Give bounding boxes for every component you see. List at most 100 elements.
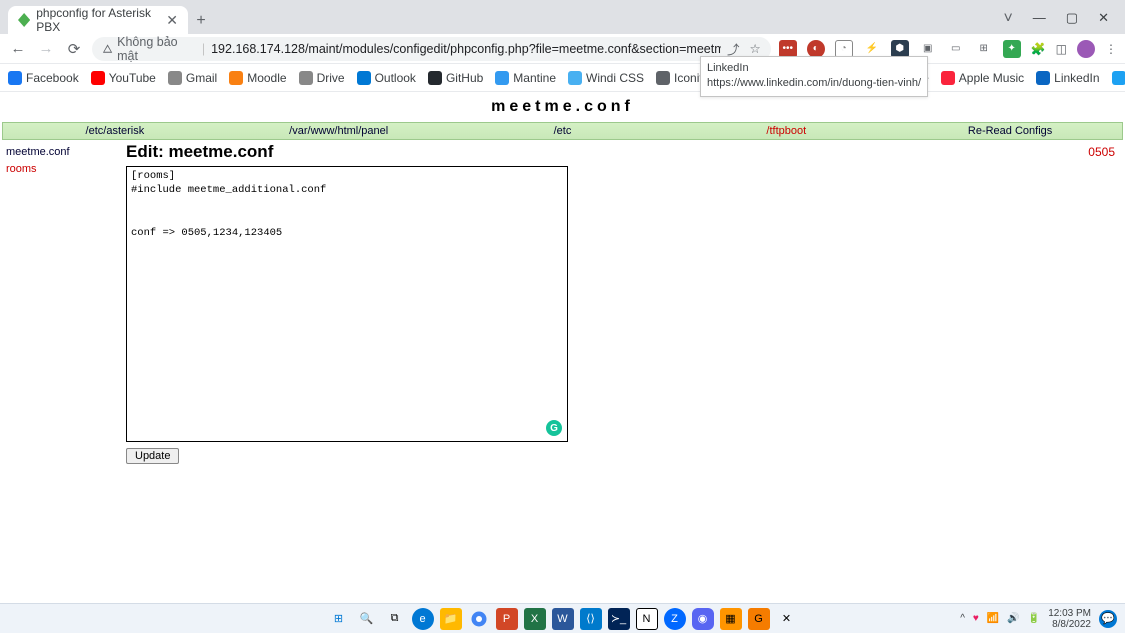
notion-icon[interactable]: N (636, 608, 658, 630)
bookmark-favicon-icon (495, 71, 509, 85)
excel-icon[interactable]: X (524, 608, 546, 630)
new-tab-button[interactable]: + (188, 12, 214, 34)
update-button[interactable]: Update (126, 448, 179, 464)
bookmark-label: YouTube (109, 71, 156, 85)
page-header: meetme.conf (0, 92, 1125, 122)
menu-button[interactable]: ⋮ (1105, 42, 1117, 56)
ext-icon-8[interactable]: ⊞ (975, 40, 993, 58)
address-bar[interactable]: Không bảo mật | 192.168.174.128/maint/mo… (92, 37, 771, 61)
start-button[interactable]: ⊞ (328, 608, 350, 630)
date-text: 8/8/2022 (1048, 619, 1091, 630)
warning-icon (102, 43, 113, 55)
taskbar-icons: ⊞ 🔍 ⧉ e 📁 P X W ⟨⟩ ≻_ N Z ◉ ▦ G ✕ (328, 608, 798, 630)
edge-icon[interactable]: e (412, 608, 434, 630)
wifi-icon[interactable]: 📶 (987, 613, 999, 624)
bookmark-youtube[interactable]: YouTube (91, 71, 156, 85)
bookmark-label: Apple Music (959, 71, 1024, 85)
ext-icon-2[interactable]: ◐ (807, 40, 825, 58)
explorer-icon[interactable]: 📁 (440, 608, 462, 630)
side-panel-icon[interactable]: ◫ (1056, 42, 1067, 56)
battery-icon[interactable]: 🔋 (1028, 613, 1040, 624)
bookmark-twitter[interactable]: Twitter (1112, 71, 1125, 85)
chevron-down-icon[interactable]: ˅ (1003, 10, 1012, 28)
maximize-button[interactable]: ▢ (1066, 10, 1078, 28)
reload-button[interactable]: ⟳ (64, 40, 84, 58)
tray-expand-icon[interactable]: ^ (960, 613, 965, 624)
forward-button[interactable]: → (36, 40, 56, 57)
bookmark-moodle[interactable]: Moodle (229, 71, 286, 85)
bookmark-label: Mantine (513, 71, 556, 85)
sidebar-item[interactable]: meetme.conf (6, 144, 126, 161)
tooltip-title: LinkedIn (707, 61, 921, 76)
tab-close-icon[interactable]: ✕ (166, 12, 178, 29)
bookmark-tooltip: LinkedIn https://www.linkedin.com/in/duo… (700, 56, 928, 97)
bookmark-label: Gmail (186, 71, 217, 85)
nav-path-item[interactable]: Re-Read Configs (898, 125, 1122, 137)
bookmark-label: Windi CSS (586, 71, 644, 85)
search-icon[interactable]: 🔍 (356, 608, 378, 630)
discord-icon[interactable]: ◉ (692, 608, 714, 630)
extensions-icon[interactable]: 🧩 (1031, 42, 1046, 56)
page-content: meetme.conf /etc/asterisk/var/www/html/p… (0, 92, 1125, 466)
edit-title: Edit: meetme.conf (126, 142, 273, 162)
minimize-button[interactable]: — (1033, 10, 1046, 28)
bookmark-linkedin[interactable]: LinkedIn (1036, 71, 1099, 85)
notifications-icon[interactable]: 💬 (1099, 610, 1117, 628)
grammarly-icon[interactable]: G (546, 420, 562, 436)
ext-icon-5[interactable]: ⬢ (891, 40, 909, 58)
tray-icon-1[interactable]: ♥ (973, 613, 979, 624)
ext-icon-1[interactable]: ••• (779, 40, 797, 58)
profile-avatar[interactable] (1077, 40, 1095, 58)
bookmark-label: LinkedIn (1054, 71, 1099, 85)
powerpoint-icon[interactable]: P (496, 608, 518, 630)
bookmark-windi-css[interactable]: Windi CSS (568, 71, 644, 85)
ext-icon-9[interactable]: ✦ (1003, 40, 1021, 58)
bookmark-favicon-icon (8, 71, 22, 85)
bookmark-facebook[interactable]: Facebook (8, 71, 79, 85)
bookmark-favicon-icon (428, 71, 442, 85)
tooltip-url: https://www.linkedin.com/in/duong-tien-v… (707, 76, 921, 91)
vscode-icon[interactable]: ⟨⟩ (580, 608, 602, 630)
back-button[interactable]: ← (8, 40, 28, 57)
bookmark-favicon-icon (568, 71, 582, 85)
window-controls: ˅ — ▢ ✕ (1003, 10, 1125, 34)
bookmark-github[interactable]: GitHub (428, 71, 483, 85)
bookmark-favicon-icon (1036, 71, 1050, 85)
bookmark-star-icon[interactable]: ☆ (749, 41, 760, 56)
app-icon-1[interactable]: ▦ (720, 608, 742, 630)
ext-icon-3[interactable]: ◔ (835, 40, 853, 58)
ext-icon-7[interactable]: ▭ (947, 40, 965, 58)
nav-path-item[interactable]: /tftpboot (674, 125, 898, 137)
terminal-icon[interactable]: ≻_ (608, 608, 630, 630)
clock[interactable]: 12:03 PM 8/8/2022 (1048, 608, 1091, 630)
browser-tab[interactable]: phpconfig for Asterisk PBX ✕ (8, 6, 188, 34)
bookmark-outlook[interactable]: Outlook (357, 71, 416, 85)
ext-icon-4[interactable]: ⚡ (863, 40, 881, 58)
bookmark-favicon-icon (168, 71, 182, 85)
bookmark-gmail[interactable]: Gmail (168, 71, 217, 85)
chrome-icon[interactable] (468, 608, 490, 630)
zalo-icon[interactable]: Z (664, 608, 686, 630)
taskbar: ⊞ 🔍 ⧉ e 📁 P X W ⟨⟩ ≻_ N Z ◉ ▦ G ✕ ^ ♥ 📶 … (0, 603, 1125, 633)
volume-icon[interactable]: 🔊 (1007, 613, 1019, 624)
sidebar-item[interactable]: rooms (6, 161, 126, 178)
app-icon-2[interactable]: G (748, 608, 770, 630)
close-window-button[interactable]: ✕ (1098, 10, 1109, 28)
ext-icon-6[interactable]: ▣ (919, 40, 937, 58)
bookmark-mantine[interactable]: Mantine (495, 71, 556, 85)
app-icon-3[interactable]: ✕ (776, 608, 798, 630)
bookmark-label: Drive (317, 71, 345, 85)
task-view-icon[interactable]: ⧉ (384, 608, 406, 630)
bookmark-favicon-icon (656, 71, 670, 85)
bookmark-apple-music[interactable]: Apple Music (941, 71, 1024, 85)
word-icon[interactable]: W (552, 608, 574, 630)
nav-path-item[interactable]: /var/www/html/panel (227, 125, 451, 137)
nav-path-item[interactable]: /etc/asterisk (3, 125, 227, 137)
path-nav: /etc/asterisk/var/www/html/panel/etc/tft… (2, 122, 1123, 140)
nav-path-item[interactable]: /etc (451, 125, 675, 137)
system-tray: ^ ♥ 📶 🔊 🔋 12:03 PM 8/8/2022 💬 (960, 608, 1117, 630)
config-editor[interactable] (126, 166, 568, 442)
security-indicator[interactable]: Không bảo mật (102, 35, 196, 63)
bookmark-label: Outlook (375, 71, 416, 85)
bookmark-drive[interactable]: Drive (299, 71, 345, 85)
